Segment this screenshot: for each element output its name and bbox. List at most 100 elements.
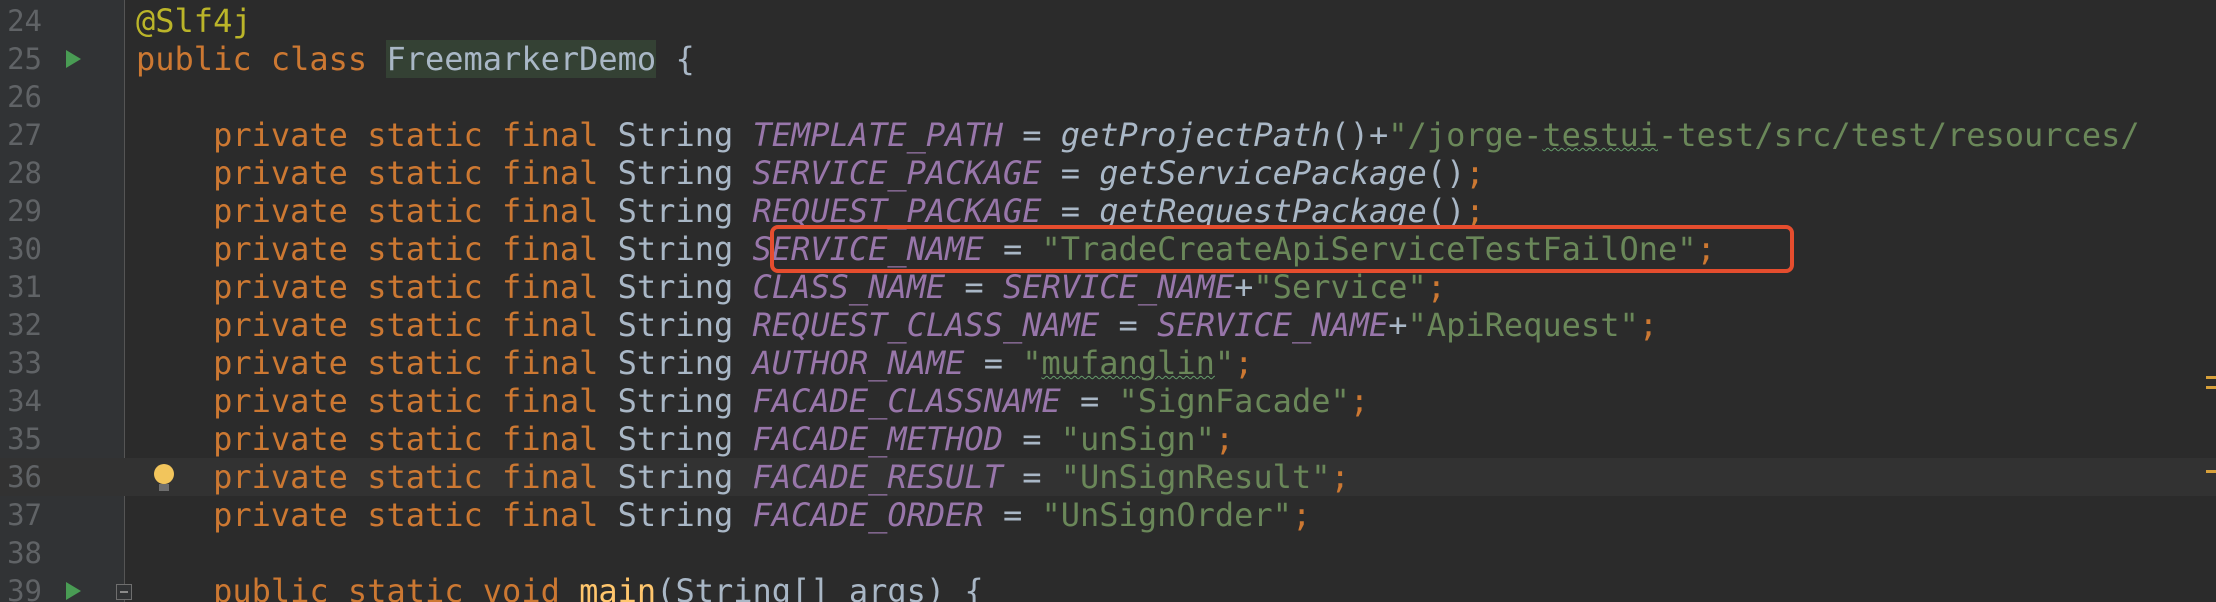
code-token: = <box>1002 116 1061 154</box>
code-token: ; <box>1214 420 1235 458</box>
code-token: private <box>136 382 348 420</box>
line-number: 28 <box>7 156 42 190</box>
code-token: ; <box>1638 306 1658 344</box>
code-token: getServicePackage <box>1099 154 1427 192</box>
code-line-31[interactable]: 31 private static final String CLASS_NAM… <box>0 268 2216 306</box>
code-token: static <box>347 572 464 602</box>
line-number: 37 <box>7 498 42 532</box>
line-number: 35 <box>7 422 42 456</box>
code-token: String <box>598 192 753 230</box>
code-token: TEMPLATE_PATH <box>752 116 1003 154</box>
code-token: final <box>502 306 599 344</box>
code-token: = <box>1002 458 1061 496</box>
lightbulb-glass <box>154 464 174 484</box>
code-token: private <box>136 116 348 154</box>
code-text: private static final String FACADE_CLASS… <box>136 382 1369 420</box>
code-token: ; <box>1234 344 1254 382</box>
code-token: String <box>598 420 753 458</box>
code-text: private static final String FACADE_METHO… <box>136 420 1234 458</box>
code-line-35[interactable]: 35 private static final String FACADE_ME… <box>0 420 2216 458</box>
code-token: SERVICE_NAME <box>1002 268 1235 306</box>
code-text: private static final String TEMPLATE_PAT… <box>136 116 2140 154</box>
code-token: final <box>502 116 599 154</box>
code-token: "Service" <box>1253 268 1427 306</box>
code-token: SERVICE_NAME <box>1157 306 1389 344</box>
code-token: public <box>136 40 252 78</box>
code-token: + <box>1234 268 1254 306</box>
code-token: = <box>1041 154 1100 192</box>
code-token: static <box>367 382 483 420</box>
code-token: AUTHOR_NAME <box>752 344 965 382</box>
scrollbar-marker[interactable] <box>2206 376 2216 379</box>
run-icon[interactable] <box>66 582 81 600</box>
code-line-32[interactable]: 32 private static final String REQUEST_C… <box>0 306 2216 344</box>
code-token: String <box>598 116 753 154</box>
code-token: final <box>502 420 599 458</box>
code-token: private <box>136 154 348 192</box>
code-line-39[interactable]: 39 public static void main(String[] args… <box>0 572 2216 602</box>
code-token: final <box>502 154 599 192</box>
code-token: String <box>598 268 753 306</box>
code-editor[interactable]: 24 @Slf4j 25 public class FreemarkerDemo {2… <box>0 0 2216 602</box>
run-icon[interactable] <box>66 50 81 68</box>
code-token: final <box>502 496 599 534</box>
code-token: final <box>502 268 599 306</box>
code-line-24[interactable]: 24 @Slf4j <box>0 2 2216 40</box>
code-line-28[interactable]: 28 private static final String SERVICE_P… <box>0 154 2216 192</box>
code-token: ; <box>1291 496 1312 534</box>
code-token: mufanglin <box>1041 344 1215 382</box>
fold-icon[interactable] <box>116 584 132 600</box>
code-token: String <box>598 382 753 420</box>
line-number: 39 <box>7 574 42 602</box>
code-text: public static void main(String[] args) { <box>136 572 984 602</box>
code-token: static <box>367 116 483 154</box>
code-line-34[interactable]: 34 private static final String FACADE_CL… <box>0 382 2216 420</box>
scrollbar-marker[interactable] <box>2206 386 2216 389</box>
code-line-38[interactable]: 38 <box>0 534 2216 572</box>
code-token: ; <box>1349 382 1369 420</box>
code-token: "ApiRequest" <box>1407 306 1639 344</box>
code-token: private <box>136 192 348 230</box>
code-token: "/jorge- <box>1388 116 1543 154</box>
scrollbar-marker[interactable] <box>2206 470 2216 473</box>
code-token: static <box>367 344 483 382</box>
code-line-36[interactable]: 36 private static final String FACADE_RE… <box>0 458 2216 496</box>
code-token: String <box>598 496 753 534</box>
code-token: FreemarkerDemo <box>386 40 657 78</box>
code-token: main <box>579 572 657 602</box>
highlight-annotation-box <box>770 225 1794 273</box>
code-line-37[interactable]: 37 private static final String FACADE_OR… <box>0 496 2216 534</box>
code-token: static <box>367 192 483 230</box>
code-token: void <box>482 572 560 602</box>
code-line-27[interactable]: 27 private static final String TEMPLATE_… <box>0 116 2216 154</box>
code-token: CLASS_NAME <box>752 268 946 306</box>
code-token: private <box>136 268 348 306</box>
code-line-26[interactable]: 26 <box>0 78 2216 116</box>
code-token: "unSign" <box>1060 420 1215 458</box>
code-line-33[interactable]: 33 private static final String AUTHOR_NA… <box>0 344 2216 382</box>
code-line-25[interactable]: 25 public class FreemarkerDemo { <box>0 40 2216 78</box>
code-token: private <box>136 344 348 382</box>
code-token: " <box>1214 344 1235 382</box>
code-token: static <box>367 306 483 344</box>
code-token: + <box>1388 306 1408 344</box>
line-number: 25 <box>7 42 42 76</box>
line-number: 31 <box>7 270 42 304</box>
code-token: "UnSignOrder" <box>1041 496 1292 534</box>
